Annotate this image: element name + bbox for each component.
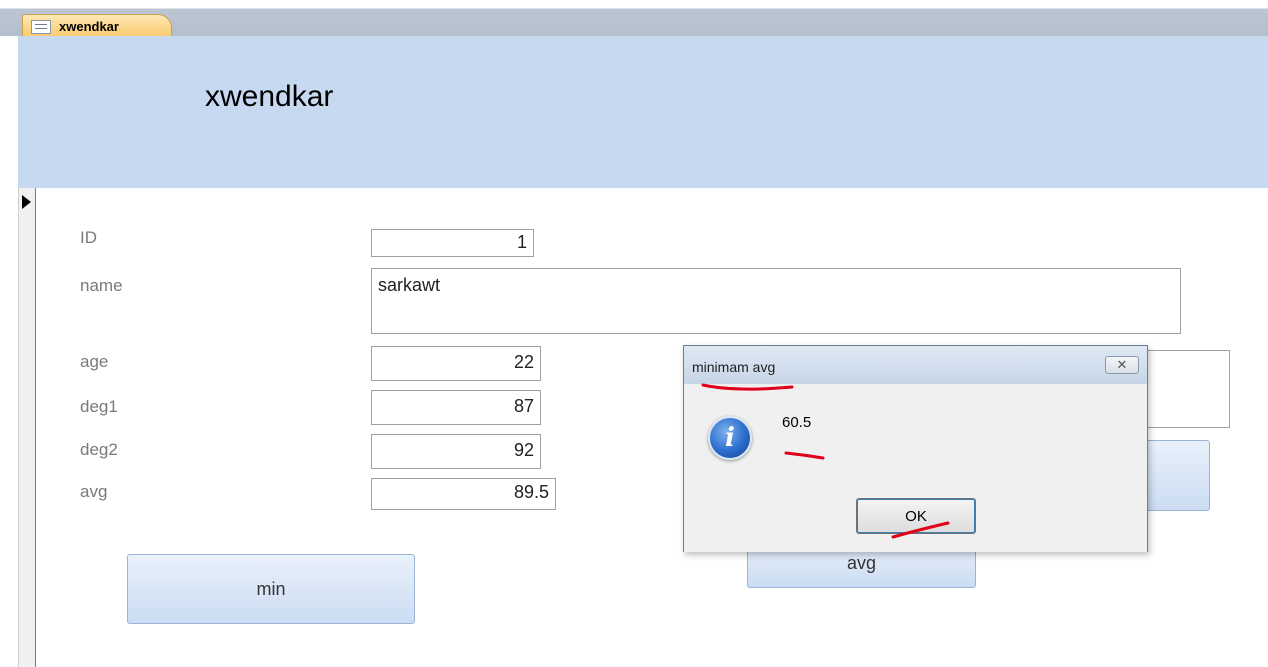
close-icon[interactable]: ✕ [1105, 356, 1139, 374]
background-text-box[interactable] [1140, 350, 1230, 428]
deg2-field[interactable]: 92 [371, 434, 541, 469]
id-field[interactable]: 1 [371, 229, 534, 257]
ok-button[interactable]: OK [856, 498, 976, 534]
form-icon [31, 19, 51, 34]
deg1-field[interactable]: 87 [371, 390, 541, 425]
info-icon: i [708, 416, 752, 460]
deg2-label: deg2 [80, 440, 118, 459]
dialog-title: minimam avg [692, 359, 776, 375]
dialog-body: i 60.5 OK [684, 384, 1147, 552]
background-button[interactable] [1140, 440, 1210, 511]
message-dialog: minimam avg ✕ i 60.5 OK [683, 345, 1148, 552]
tab-xwendkar[interactable]: xwendkar [22, 14, 172, 38]
form-header: xwendkar [18, 36, 1268, 188]
deg1-label: deg1 [80, 397, 118, 416]
min-button[interactable]: min [127, 554, 415, 624]
document-tab-bar: xwendkar [0, 0, 1268, 38]
dialog-message: 60.5 [782, 414, 812, 431]
name-field[interactable]: sarkawt [371, 268, 1181, 334]
age-field[interactable]: 22 [371, 346, 541, 381]
dialog-titlebar[interactable]: minimam avg ✕ [684, 346, 1147, 384]
current-record-arrow-icon [22, 195, 31, 209]
id-label: ID [80, 228, 97, 247]
avg-label: avg [80, 482, 108, 501]
form-title: xwendkar [205, 80, 334, 113]
record-selector[interactable] [18, 188, 36, 667]
age-label: age [80, 352, 109, 371]
tab-label: xwendkar [59, 19, 119, 34]
avg-field[interactable]: 89.5 [371, 478, 556, 510]
name-label: name [80, 276, 123, 295]
